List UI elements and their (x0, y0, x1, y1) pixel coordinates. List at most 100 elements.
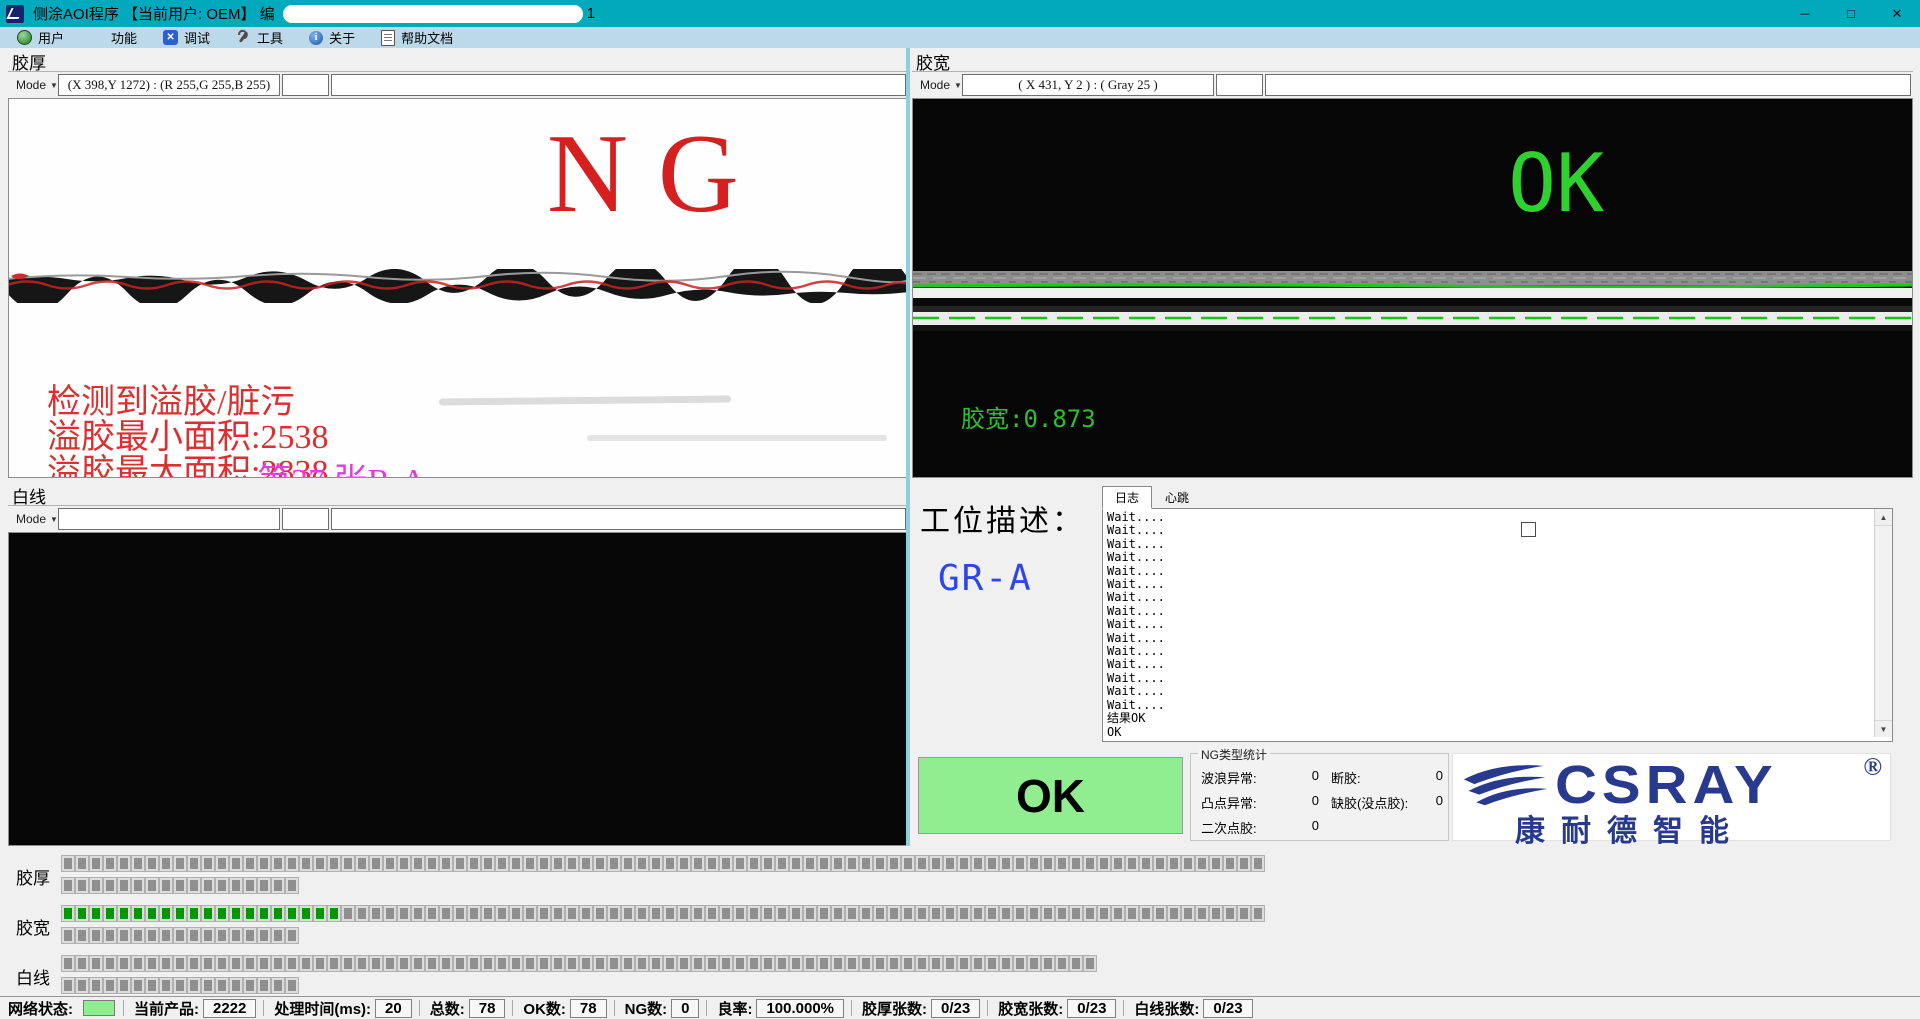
tab-log[interactable]: 日志 (1102, 486, 1152, 509)
progress-cell (790, 906, 802, 921)
gear-icon (90, 30, 105, 45)
white-line-readout-field[interactable] (58, 508, 280, 530)
progress-cell (90, 856, 102, 871)
progress-cell (762, 906, 774, 921)
menu-item-help[interactable]: 帮助文档 (368, 27, 466, 48)
progress-cell (678, 856, 690, 871)
progress-cell (538, 856, 550, 871)
menu-item-function[interactable]: 功能 (77, 27, 150, 48)
panel-glue-thickness: 胶厚 Mode ▼ (X 398,Y 1272) : (R 255,G 255,… (8, 48, 908, 478)
log-list[interactable]: Wait....Wait....Wait....Wait....Wait....… (1102, 508, 1893, 742)
menu-item-about[interactable]: 关于 (296, 27, 368, 48)
progress-cell (132, 928, 144, 943)
progress-cell (1168, 906, 1180, 921)
glue-thickness-pixel-readout[interactable]: (X 398,Y 1272) : (R 255,G 255,B 255) (58, 74, 280, 96)
progress-cell (1028, 956, 1040, 971)
chevron-down-icon: ▼ (50, 515, 58, 524)
menu-item-label: 调试 (184, 28, 210, 47)
progress-cell (62, 878, 74, 893)
station-description-label: 工位描述： (920, 496, 1085, 540)
glue-width-small-field[interactable] (1216, 74, 1263, 96)
progress-cell (244, 878, 256, 893)
progress-cell (818, 956, 830, 971)
log-line: Wait.... (1103, 632, 1892, 645)
log-checkbox[interactable] (1521, 522, 1536, 537)
progress-cell (1182, 856, 1194, 871)
progress-cell (972, 906, 984, 921)
progress-cell (748, 906, 760, 921)
white-line-image[interactable] (8, 532, 908, 846)
network-status-indicator (83, 1000, 115, 1016)
progress-cell (90, 878, 102, 893)
title-redaction (283, 5, 583, 23)
progress-cell (188, 928, 200, 943)
progress-cell (510, 906, 522, 921)
progress-cell (272, 978, 284, 993)
divider (8, 505, 908, 506)
progress-cell (804, 906, 816, 921)
progress-cell (986, 856, 998, 871)
progress-row-glue-width-2 (62, 928, 298, 943)
progress-row-glue-thickness-2 (62, 878, 298, 893)
maximize-button[interactable]: □ (1828, 0, 1874, 27)
menu-item-tools[interactable]: 工具 (223, 27, 296, 48)
glue-thickness-mode-dropdown[interactable]: Mode ▼ (12, 75, 62, 95)
glue-thickness-image[interactable]: NG 检测到溢胶/脏污 溢胶最小面积:2538 溢胶最大面积:2838 第37 … (8, 98, 908, 478)
progress-cell (1252, 856, 1264, 871)
white-line-toolbar: Mode ▼ (8, 508, 908, 530)
ng-stats-groupbox: NG类型统计 波浪异常:0凸点异常:0二次点胶:0 断胶:0缺胶(没点胶):0 (1190, 753, 1449, 841)
progress-cell (230, 956, 242, 971)
progress-cell (552, 956, 564, 971)
white-line-mode-dropdown[interactable]: Mode ▼ (12, 509, 62, 529)
status-label-ng-count: NG数: (625, 998, 668, 1019)
progress-cell (202, 856, 214, 871)
ng-stat-row: 断胶:0 (1331, 768, 1443, 787)
log-line: Wait.... (1103, 645, 1892, 658)
progress-cell (454, 906, 466, 921)
glue-width-image[interactable]: OK 胶宽:0.873 (912, 98, 1913, 478)
progress-cell (748, 956, 760, 971)
progress-cell (76, 928, 88, 943)
white-line-small-field[interactable] (282, 508, 329, 530)
result-ok-button[interactable]: OK (918, 757, 1183, 834)
info-icon (309, 31, 323, 45)
progress-cell (230, 878, 242, 893)
vertical-splitter[interactable] (906, 48, 910, 846)
minimize-button[interactable]: ─ (1782, 0, 1828, 27)
close-button[interactable]: ✕ (1874, 0, 1920, 27)
scroll-down-icon[interactable]: ▼ (1875, 720, 1892, 737)
ng-stat-row: 凸点异常:0 (1201, 793, 1319, 812)
menu-item-debug[interactable]: 调试 (150, 27, 223, 48)
glue-width-pixel-readout[interactable]: ( X 431, Y 2 ) : ( Gray 25 ) (962, 74, 1214, 96)
progress-row-white-line-2 (62, 978, 298, 993)
progress-cell (314, 956, 326, 971)
progress-cell (188, 956, 200, 971)
glue-width-long-field[interactable] (1265, 74, 1911, 96)
white-line-long-field[interactable] (331, 508, 906, 530)
status-value-current-product: 2222 (203, 999, 256, 1018)
glue-thickness-small-field[interactable] (282, 74, 329, 96)
progress-cell (594, 956, 606, 971)
brand-logo: CSRAY ® 康耐德智能 (1452, 753, 1891, 841)
glue-thickness-long-field[interactable] (331, 74, 906, 96)
progress-cell (1042, 856, 1054, 871)
progress-cell (650, 906, 662, 921)
scroll-up-icon[interactable]: ▲ (1875, 509, 1892, 526)
glue-width-mode-dropdown[interactable]: Mode ▼ (916, 75, 966, 95)
progress-cell (1056, 956, 1068, 971)
progress-cell (538, 906, 550, 921)
progress-cell (160, 928, 172, 943)
progress-cell (1140, 856, 1152, 871)
progress-cell (902, 906, 914, 921)
progress-cell (1196, 856, 1208, 871)
progress-cell (776, 856, 788, 871)
tab-heartbeat[interactable]: 心跳 (1152, 486, 1202, 509)
progress-cell (258, 878, 270, 893)
menu-item-user[interactable]: 用户 (4, 27, 77, 48)
progress-cell (356, 856, 368, 871)
defect-line: 溢胶最小面积:2538 (47, 420, 328, 455)
log-scrollbar[interactable]: ▲ ▼ (1874, 509, 1892, 737)
progress-cell (874, 906, 886, 921)
progress-cell (706, 856, 718, 871)
progress-cell (440, 856, 452, 871)
